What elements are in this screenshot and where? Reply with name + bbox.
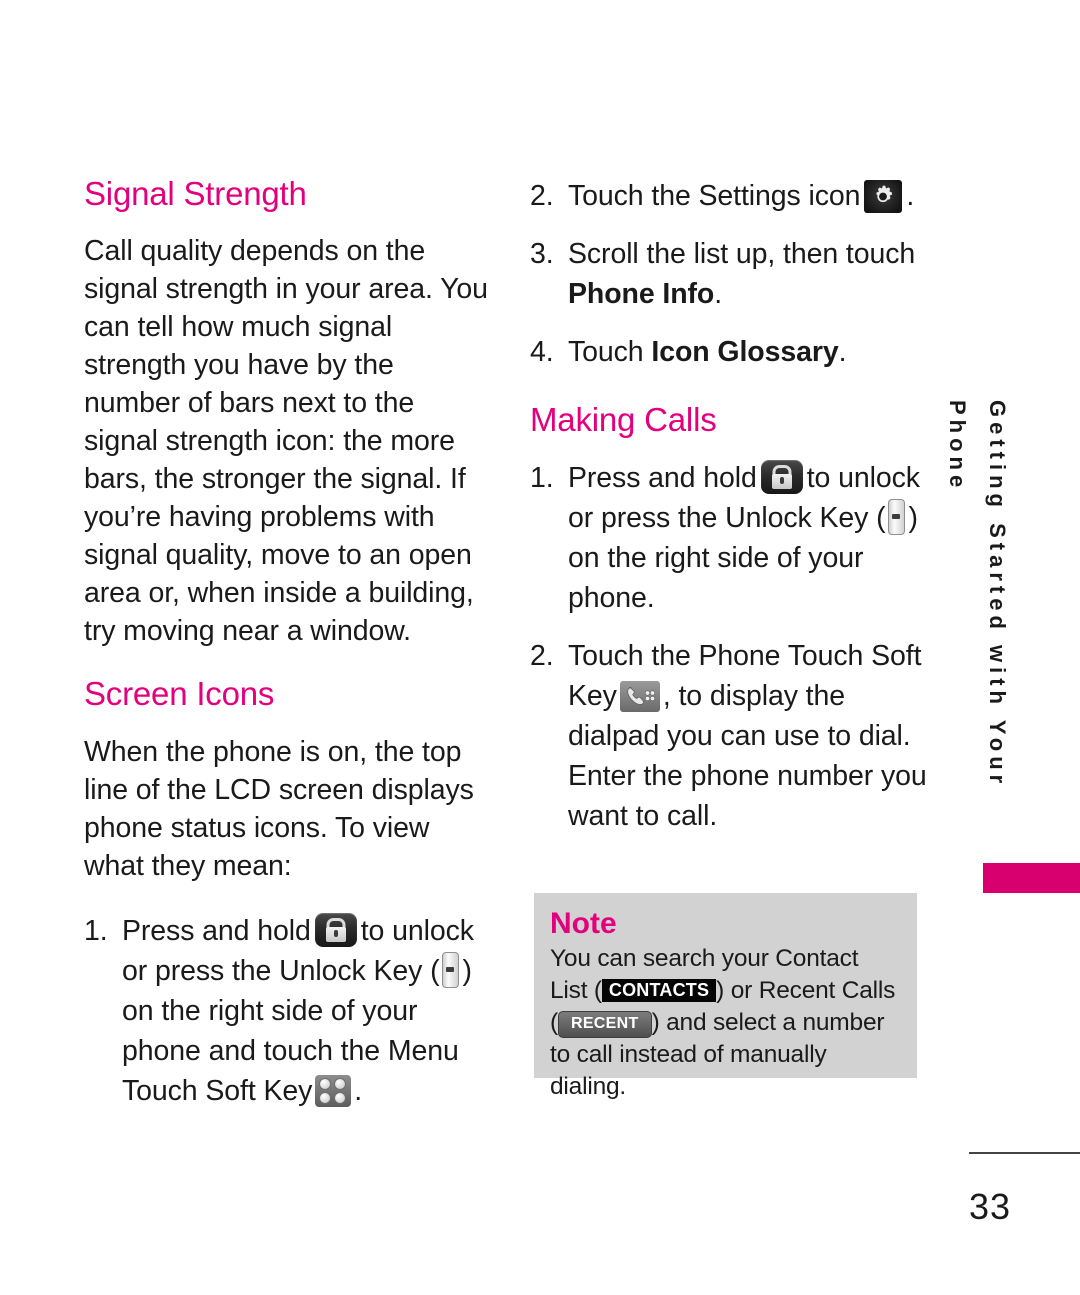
- step-text-part-a: Touch the Settings icon: [568, 180, 861, 212]
- list-item: 2. Touch the Phone Touch Soft Key, to dis…: [530, 636, 930, 836]
- step-number: 2.: [530, 180, 554, 212]
- list-item: 1. Press and hold to unlock or press the U…: [530, 458, 930, 618]
- side-tab-marker: [983, 863, 1080, 893]
- step-emphasis-phone-info: Phone Info: [568, 278, 715, 310]
- note-box: Note You can search your Contact List (C…: [534, 893, 917, 1100]
- heading-making-calls: Making Calls: [530, 401, 717, 438]
- manual-page: Signal Strength Call quality depends on …: [0, 0, 1080, 1295]
- gear-icon: [864, 180, 903, 213]
- step-number: 3.: [530, 238, 554, 270]
- paragraph-signal-strength: Call quality depends on the signal stren…: [84, 235, 488, 648]
- step-text-part-a: Press and hold: [568, 462, 757, 495]
- step-text-part-b: .: [838, 336, 847, 368]
- step-text-part-d: .: [354, 1074, 363, 1107]
- making-calls-step-list: 1. Press and hold to unlock or press the U…: [530, 458, 930, 836]
- step-text-part-b: .: [906, 180, 915, 212]
- note-text: You can search your Contact List (CONTAC…: [550, 943, 901, 1103]
- list-item: 2. Touch the Settings icon.: [530, 176, 930, 216]
- phone-handset-icon: [619, 681, 660, 713]
- lock-icon: [760, 460, 803, 495]
- step-number: 1.: [530, 462, 554, 495]
- continued-step-list: 2. Touch the Settings icon. 3. Scroll the …: [530, 176, 930, 372]
- step-number: 1.: [84, 914, 108, 947]
- lock-icon: [314, 912, 357, 947]
- left-column: Signal Strength Call quality depends on …: [84, 175, 494, 1129]
- step-emphasis-icon-glossary: Icon Glossary: [651, 336, 839, 368]
- page-number: 33: [969, 1186, 1012, 1227]
- step-number: 2.: [530, 640, 554, 673]
- step-text-part-a: Press and hold: [122, 914, 311, 947]
- step-text-part-a: Touch: [568, 336, 644, 368]
- menu-touch-soft-key-icon: [315, 1074, 352, 1107]
- heading-screen-icons: Screen Icons: [84, 675, 275, 713]
- step-number: 4.: [530, 336, 554, 368]
- step-text-part-b: .: [714, 278, 723, 310]
- list-item: 4. Touch Icon Glossary.: [530, 332, 930, 372]
- side-tab-label: Getting Started with Your Phone: [945, 400, 1010, 789]
- list-item: 1. Press and hold to unlock or press the U…: [84, 911, 494, 1111]
- step-text-part-a: Scroll the list up, then touch: [568, 238, 916, 270]
- contacts-button[interactable]: CONTACTS: [601, 979, 717, 1002]
- unlock-side-key-icon: [442, 951, 460, 988]
- right-column: 2. Touch the Settings icon. 3. Scroll the …: [530, 176, 930, 854]
- paragraph-screen-icons: When the phone is on, the top line of th…: [84, 735, 474, 882]
- footer-divider: [969, 1152, 1080, 1154]
- note-title: Note: [550, 907, 617, 940]
- heading-signal-strength: Signal Strength: [84, 175, 307, 212]
- recent-button[interactable]: RECENT: [557, 1011, 652, 1038]
- list-item: 3. Scroll the list up, then touch Phone I…: [530, 234, 930, 314]
- screen-icons-step-list: 1. Press and hold to unlock or press the U…: [84, 911, 494, 1111]
- unlock-side-key-icon: [888, 499, 906, 536]
